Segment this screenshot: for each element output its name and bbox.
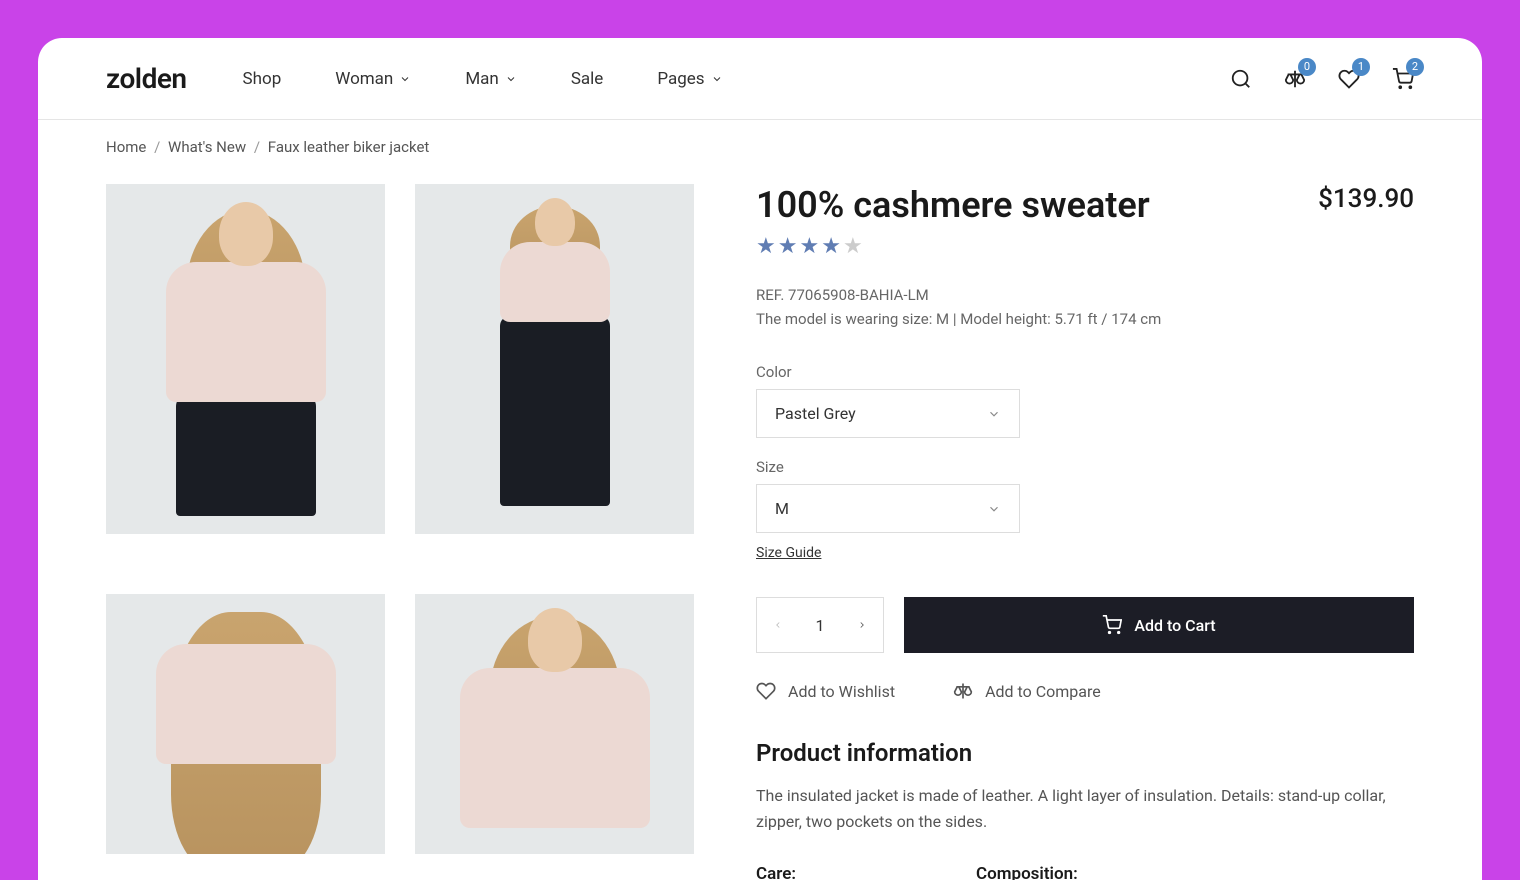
breadcrumb-separator: / [154, 138, 160, 156]
rating-stars[interactable]: ★★★★★ [756, 234, 1414, 259]
product-info-title: Product information [756, 739, 1414, 767]
chevron-right-icon [857, 618, 867, 632]
add-to-wishlist-button[interactable]: Add to Wishlist [756, 681, 895, 701]
chevron-down-icon [987, 407, 1001, 421]
header: zolden Shop Woman Man Sale Pages [38, 38, 1482, 120]
breadcrumb-current: Faux leather biker jacket [268, 138, 430, 156]
main-nav: Shop Woman Man Sale Pages [243, 69, 723, 89]
nav-man[interactable]: Man [465, 69, 516, 89]
nav-sale[interactable]: Sale [571, 69, 604, 89]
product-model-info: The model is wearing size: M | Model hei… [756, 307, 1414, 331]
nav-sale-label: Sale [571, 69, 604, 89]
logo[interactable]: zolden [106, 62, 187, 95]
color-value: Pastel Grey [775, 404, 856, 423]
size-label: Size [756, 458, 1414, 476]
star-icon: ★ [778, 234, 800, 259]
chevron-down-icon [987, 502, 1001, 516]
scales-icon [953, 681, 973, 701]
star-icon: ★ [799, 234, 821, 259]
star-icon: ★ [821, 234, 843, 259]
star-icon: ★ [843, 234, 865, 259]
breadcrumb-whatsnew[interactable]: What's New [168, 138, 246, 156]
content: 100% cashmere sweater $139.90 ★★★★★ REF.… [38, 174, 1482, 880]
product-image-3[interactable] [106, 594, 385, 854]
composition-label: Composition: [976, 864, 1078, 880]
product-details: 100% cashmere sweater $139.90 ★★★★★ REF.… [756, 184, 1414, 880]
nav-man-label: Man [465, 69, 498, 89]
chevron-down-icon [711, 73, 723, 85]
size-guide-link[interactable]: Size Guide [756, 545, 821, 561]
nav-pages-label: Pages [657, 69, 704, 89]
app-window: zolden Shop Woman Man Sale Pages [38, 38, 1482, 880]
product-image-1[interactable] [106, 184, 385, 534]
qty-increase-button[interactable] [841, 598, 883, 652]
star-icon: ★ [756, 234, 778, 259]
nav-shop-label: Shop [243, 69, 282, 89]
qty-decrease-button[interactable] [757, 598, 799, 652]
wishlist-button[interactable]: 1 [1338, 68, 1360, 90]
breadcrumb-separator: / [254, 138, 260, 156]
secondary-actions: Add to Wishlist Add to Compare [756, 681, 1414, 701]
product-price: $139.90 [1318, 184, 1414, 214]
nav-shop[interactable]: Shop [243, 69, 282, 89]
info-columns: Care: Composition: [756, 864, 1414, 880]
color-select[interactable]: Pastel Grey [756, 389, 1020, 438]
add-to-compare-button[interactable]: Add to Compare [953, 681, 1101, 701]
wishlist-badge: 1 [1352, 58, 1370, 76]
breadcrumb-home[interactable]: Home [106, 138, 146, 156]
care-label: Care: [756, 864, 796, 880]
product-meta: REF. 77065908-BAHIA-LM The model is wear… [756, 283, 1414, 331]
quantity-value: 1 [799, 616, 841, 635]
compare-badge: 0 [1298, 58, 1316, 76]
compare-button[interactable]: 0 [1284, 68, 1306, 90]
chevron-left-icon [773, 618, 783, 632]
search-icon [1230, 68, 1252, 90]
product-image-2[interactable] [415, 184, 694, 534]
color-label: Color [756, 363, 1414, 381]
product-gallery [106, 184, 694, 880]
product-image-4[interactable] [415, 594, 694, 854]
size-value: M [775, 499, 789, 518]
nav-pages[interactable]: Pages [657, 69, 722, 89]
add-to-cart-button[interactable]: Add to Cart [904, 597, 1414, 653]
product-title: 100% cashmere sweater [756, 184, 1150, 226]
add-to-compare-label: Add to Compare [985, 682, 1101, 701]
nav-woman[interactable]: Woman [335, 69, 411, 89]
add-to-wishlist-label: Add to Wishlist [788, 682, 895, 701]
size-select[interactable]: M [756, 484, 1020, 533]
search-button[interactable] [1230, 68, 1252, 90]
cart-icon [1102, 615, 1122, 635]
product-ref: REF. 77065908-BAHIA-LM [756, 283, 1414, 307]
product-description: The insulated jacket is made of leather.… [756, 783, 1414, 834]
heart-icon [756, 681, 776, 701]
breadcrumb: Home / What's New / Faux leather biker j… [38, 120, 1482, 174]
chevron-down-icon [505, 73, 517, 85]
chevron-down-icon [399, 73, 411, 85]
cart-badge: 2 [1406, 58, 1424, 76]
add-to-cart-label: Add to Cart [1134, 616, 1215, 635]
action-row: 1 Add to Cart [756, 597, 1414, 653]
cart-button[interactable]: 2 [1392, 68, 1414, 90]
header-icons: 0 1 2 [1230, 68, 1414, 90]
nav-woman-label: Woman [335, 69, 393, 89]
quantity-stepper: 1 [756, 597, 884, 653]
